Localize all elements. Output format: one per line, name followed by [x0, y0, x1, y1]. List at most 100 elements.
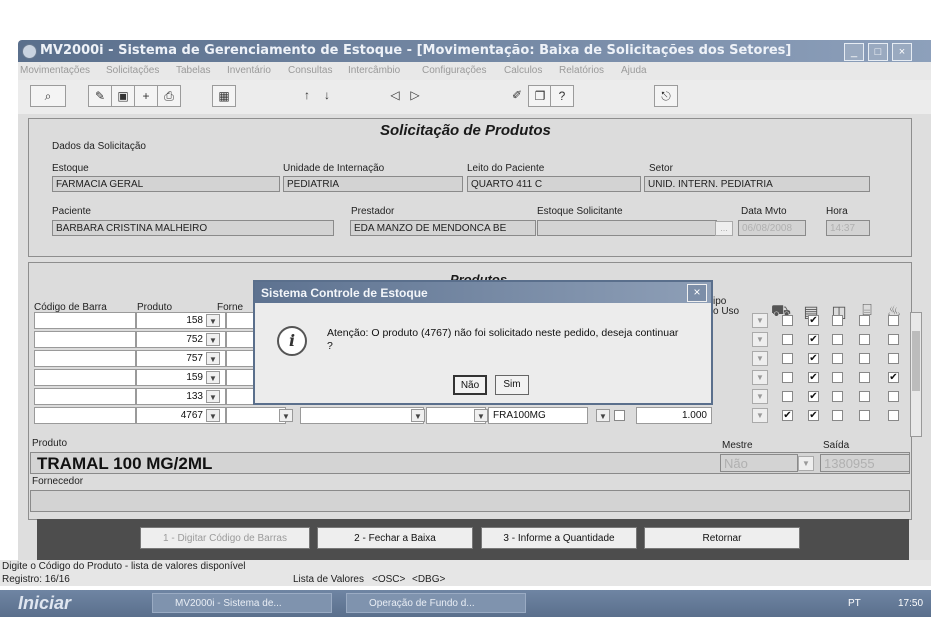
paciente-field[interactable]: BARBARA CRISTINA MALHEIRO: [52, 220, 334, 236]
retornar-button[interactable]: Retornar: [644, 527, 800, 549]
row-checkbox-5[interactable]: [888, 353, 899, 364]
data-mvto-field[interactable]: 06/08/2008: [738, 220, 806, 236]
arrow-up-icon[interactable]: ↑: [296, 85, 318, 105]
row-checkbox-3[interactable]: [832, 372, 843, 383]
barcode-cell[interactable]: [34, 388, 136, 405]
hora-field[interactable]: 14:37: [826, 220, 870, 236]
produto-lookup-icon[interactable]: ▼: [206, 352, 220, 365]
barcode-cell[interactable]: [34, 350, 136, 367]
unidade-cell[interactable]: [300, 407, 424, 424]
menu-tabelas[interactable]: Tabelas: [176, 65, 210, 76]
menu-consultas[interactable]: Consultas: [288, 65, 332, 76]
row-flag-checkbox[interactable]: [614, 410, 625, 421]
barcode-cell[interactable]: [34, 331, 136, 348]
menu-inventario[interactable]: Inventário: [227, 65, 271, 76]
task-mv2000i[interactable]: MV2000i - Sistema de...: [152, 593, 332, 613]
row-checkbox-2[interactable]: ✔: [808, 315, 819, 326]
last-record-icon[interactable]: ▷: [404, 85, 426, 105]
add-icon[interactable]: +: [134, 85, 158, 107]
barcode-cell[interactable]: [34, 369, 136, 386]
row-checkbox-2[interactable]: ✔: [808, 353, 819, 364]
prestador-field[interactable]: EDA MANZO DE MENDONCA BE: [350, 220, 536, 236]
estoque-solicitante-field[interactable]: [537, 220, 717, 236]
row-checkbox-1[interactable]: [782, 334, 793, 345]
sim-button[interactable]: Sim: [495, 375, 529, 395]
menu-movimentacoes[interactable]: Movimentações: [20, 65, 90, 76]
tipo-uso-dropdown[interactable]: ▼: [752, 408, 768, 423]
first-record-icon[interactable]: ◁: [384, 85, 406, 105]
row-checkbox-4[interactable]: [859, 391, 870, 402]
produto-lookup-icon[interactable]: ▼: [206, 409, 220, 422]
produto-lookup-icon[interactable]: ▼: [206, 314, 220, 327]
fornecedor-field[interactable]: [30, 490, 910, 512]
search-icon[interactable]: ⌕: [30, 85, 66, 107]
mestre-select[interactable]: Não: [720, 454, 798, 472]
unidade-lookup-icon[interactable]: ▼: [411, 409, 425, 422]
arrow-down-icon[interactable]: ↓: [316, 85, 338, 105]
menu-ajuda[interactable]: Ajuda: [621, 65, 647, 76]
row-checkbox-1[interactable]: [782, 372, 793, 383]
start-button[interactable]: Iniciar: [12, 592, 122, 614]
row-checkbox-1[interactable]: [782, 315, 793, 326]
quantidade-cell[interactable]: 1.000: [636, 407, 712, 424]
lote2-lookup-icon[interactable]: ▼: [596, 409, 610, 422]
lote-lookup-icon[interactable]: ▼: [474, 409, 488, 422]
calculator-icon[interactable]: ▦: [212, 85, 236, 107]
row-checkbox-2[interactable]: ✔: [808, 410, 819, 421]
row-checkbox-4[interactable]: [859, 372, 870, 383]
row-checkbox-4[interactable]: [859, 315, 870, 326]
produto-lookup-icon[interactable]: ▼: [206, 371, 220, 384]
minimize-button[interactable]: _: [844, 43, 864, 61]
tipo-uso-dropdown[interactable]: ▼: [752, 370, 768, 385]
row-checkbox-3[interactable]: [832, 315, 843, 326]
unidade-field[interactable]: PEDIATRIA: [283, 176, 463, 192]
setor-field[interactable]: UNID. INTERN. PEDIATRIA: [644, 176, 870, 192]
edit-icon[interactable]: ✎: [88, 85, 112, 107]
saida-field[interactable]: 1380955: [820, 454, 910, 472]
produto-lookup-icon[interactable]: ▼: [206, 390, 220, 403]
row-checkbox-1[interactable]: ✔: [782, 410, 793, 421]
menu-configuracoes[interactable]: Configurações: [422, 65, 486, 76]
row-checkbox-3[interactable]: [832, 334, 843, 345]
row-checkbox-4[interactable]: [859, 334, 870, 345]
digitar-codigo-button[interactable]: 1 - Digitar Código de Barras: [140, 527, 310, 549]
row-checkbox-5[interactable]: [888, 315, 899, 326]
lookup-button[interactable]: …: [715, 221, 733, 236]
copy-icon[interactable]: ❐: [528, 85, 552, 107]
maximize-button[interactable]: □: [868, 43, 888, 61]
nao-button[interactable]: Não: [453, 375, 487, 395]
row-checkbox-5[interactable]: ✔: [888, 372, 899, 383]
mestre-dropdown[interactable]: ▼: [798, 456, 814, 471]
row-checkbox-3[interactable]: [832, 353, 843, 364]
tipo-uso-dropdown[interactable]: ▼: [752, 351, 768, 366]
row-checkbox-3[interactable]: [832, 391, 843, 402]
menu-relatorios[interactable]: Relatórios: [559, 65, 604, 76]
fornecedor-cell[interactable]: [226, 407, 286, 424]
help-icon[interactable]: ?: [550, 85, 574, 107]
fornecedor-lookup-icon[interactable]: ▼: [279, 409, 293, 422]
task-operacao[interactable]: Operação de Fundo d...: [346, 593, 526, 613]
row-checkbox-1[interactable]: [782, 353, 793, 364]
exit-icon[interactable]: ⎋: [654, 85, 678, 107]
informe-quantidade-button[interactable]: 3 - Informe a Quantidade: [481, 527, 637, 549]
row-checkbox-2[interactable]: ✔: [808, 372, 819, 383]
barcode-cell[interactable]: [34, 407, 136, 424]
grid-scrollbar[interactable]: [910, 312, 922, 437]
leito-field[interactable]: QUARTO 411 C: [467, 176, 641, 192]
print-icon[interactable]: ⎙: [157, 85, 181, 107]
menu-solicitacoes[interactable]: Solicitações: [106, 65, 159, 76]
scrollbar-thumb[interactable]: [912, 331, 920, 391]
row-checkbox-5[interactable]: [888, 410, 899, 421]
row-checkbox-5[interactable]: [888, 334, 899, 345]
barcode-cell[interactable]: [34, 312, 136, 329]
row-checkbox-5[interactable]: [888, 391, 899, 402]
produto-lookup-icon[interactable]: ▼: [206, 333, 220, 346]
fechar-baixa-button[interactable]: 2 - Fechar a Baixa: [317, 527, 473, 549]
row-checkbox-1[interactable]: [782, 391, 793, 402]
close-icon[interactable]: ×: [687, 284, 707, 302]
row-checkbox-4[interactable]: [859, 353, 870, 364]
menu-intercambio[interactable]: Intercâmbio: [348, 65, 400, 76]
lote-cell[interactable]: FRA100MG: [488, 407, 588, 424]
estoque-field[interactable]: FARMACIA GERAL: [52, 176, 280, 192]
row-checkbox-3[interactable]: [832, 410, 843, 421]
